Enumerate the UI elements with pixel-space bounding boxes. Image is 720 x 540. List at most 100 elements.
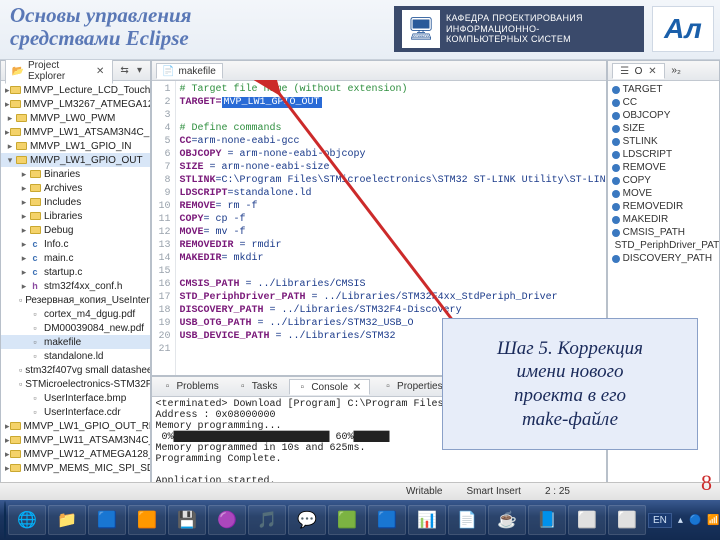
project-tree[interactable]: ▸MMVP_Lecture_LCD_Touch_ARM_T▸MMVP_LM326…: [1, 81, 150, 499]
taskbar-app[interactable]: 🟦: [88, 505, 126, 535]
tree-item[interactable]: ▸MMVP_LW12_ATMEGA128_TftDispl: [1, 447, 150, 461]
tree-item[interactable]: ▸hstm32f4xx_conf.h: [1, 279, 150, 293]
outline-item[interactable]: CMSIS_PATH: [612, 226, 715, 239]
monitor-icon: 🖥: [402, 10, 440, 48]
tab-overflow[interactable]: »₂: [671, 65, 680, 76]
tree-item[interactable]: ▫DM00039084_new.pdf: [1, 321, 150, 335]
tab-console[interactable]: ▫Console✕: [289, 379, 370, 395]
slide-title: Основы управления средствами Eclipse: [10, 4, 191, 50]
taskbar-app[interactable]: 🟣: [208, 505, 246, 535]
university-logo: Ал: [652, 6, 714, 52]
tree-item[interactable]: ▸Binaries: [1, 167, 150, 181]
outline-item[interactable]: MOVE: [612, 187, 715, 200]
tree-item[interactable]: ▫Резервная_копия_UseInterface: [1, 293, 150, 307]
tree-item[interactable]: ▸MMVP_LW1_ATSAM3N4C_LedDispl: [1, 125, 150, 139]
taskbar-app[interactable]: 📄: [448, 505, 486, 535]
tree-item[interactable]: ▫cortex_m4_dgug.pdf: [1, 307, 150, 321]
start-button[interactable]: [4, 501, 6, 539]
taskbar-app[interactable]: 📘: [528, 505, 566, 535]
tab-problems[interactable]: ▫Problems: [156, 380, 225, 394]
taskbar-app[interactable]: 🟧: [128, 505, 166, 535]
tree-item[interactable]: ▸MMVP_Lecture_LCD_Touch_ARM_T: [1, 83, 150, 97]
step-callout: Шаг 5. Коррекция имени нового проекта в …: [442, 318, 698, 450]
taskbar-app[interactable]: 🌐: [8, 505, 46, 535]
collapse-icon[interactable]: ⇆: [119, 65, 131, 77]
tree-item[interactable]: ▫UserInterface.cdr: [1, 405, 150, 419]
outline-item[interactable]: REMOVE: [612, 161, 715, 174]
taskbar-app[interactable]: 📊: [408, 505, 446, 535]
file-icon: 📄: [163, 65, 175, 77]
taskbar-app[interactable]: 💾: [168, 505, 206, 535]
slide-number: 8: [701, 470, 712, 496]
editor-tabs: 📄 makefile: [152, 61, 606, 81]
pin-icon: ✕: [95, 65, 106, 77]
tray-flag-icon[interactable]: 🔵: [689, 515, 701, 526]
line-gutter: 123456789101112131415161718192021: [152, 81, 176, 375]
outline-item[interactable]: COPY: [612, 174, 715, 187]
tab-makefile[interactable]: 📄 makefile: [156, 63, 223, 79]
tree-item[interactable]: ▸MMVP_MEMS_MIC_SPI_SD_ARM_T: [1, 461, 150, 475]
taskbar-app[interactable]: 📁: [48, 505, 86, 535]
system-tray[interactable]: EN ▴ 🔵 📶 🔊 23:38: [648, 513, 720, 528]
status-insert: Smart Insert: [467, 486, 521, 497]
menu-icon[interactable]: ▾: [134, 65, 146, 77]
outline-item[interactable]: CC: [612, 96, 715, 109]
outline-item[interactable]: REMOVEDIR: [612, 200, 715, 213]
tree-item[interactable]: ▸Libraries: [1, 209, 150, 223]
taskbar-app[interactable]: ☕: [488, 505, 526, 535]
slide-title-line1: Основы управления: [10, 3, 191, 27]
outline-item[interactable]: SIZE: [612, 122, 715, 135]
tree-item[interactable]: ▸cInfo.c: [1, 237, 150, 251]
tab-outline[interactable]: ☰ O ✕: [612, 63, 666, 79]
outline-icon: ☰: [619, 65, 631, 77]
taskbar-app[interactable]: 🟦: [368, 505, 406, 535]
tree-item[interactable]: ▸Debug: [1, 223, 150, 237]
outline-item[interactable]: DISCOVERY_PATH: [612, 252, 715, 265]
department-text: КАФЕДРА ПРОЕКТИРОВАНИЯ ИНФОРМАЦИОННО- КО…: [446, 13, 583, 44]
taskbar-apps: 🌐📁🟦🟧💾🟣🎵💬🟩🟦📊📄☕📘⬜⬜: [8, 505, 646, 535]
tree-item[interactable]: ▸Includes: [1, 195, 150, 209]
taskbar-app[interactable]: ⬜: [568, 505, 606, 535]
status-bar: Writable Smart Insert 2 : 25: [0, 482, 720, 500]
tree-item[interactable]: ▫stm32f407vg small datasheet.pd: [1, 363, 150, 377]
tree-item[interactable]: ▫standalone.ld: [1, 349, 150, 363]
outline-item[interactable]: TARGET: [612, 83, 715, 96]
explorer-icon: 📂: [12, 65, 24, 77]
slide-title-line2: средствами Eclipse: [10, 26, 189, 50]
status-writable: Writable: [406, 486, 443, 497]
outline-item[interactable]: STLINK: [612, 135, 715, 148]
status-position: 2 : 25: [545, 486, 570, 497]
taskbar-app[interactable]: ⬜: [608, 505, 646, 535]
taskbar-app[interactable]: 🟩: [328, 505, 366, 535]
outline-tabs: ☰ O ✕ »₂: [608, 61, 719, 81]
outline-item[interactable]: MAKEDIR: [612, 213, 715, 226]
tree-item[interactable]: ▸MMVP_LW11_ATSAM3N4C_TftDisp: [1, 433, 150, 447]
taskbar-app[interactable]: 💬: [288, 505, 326, 535]
tree-item[interactable]: ▸MMVP_LW1_GPIO_OUT_REGS: [1, 419, 150, 433]
tab-properties[interactable]: ▫Properties: [376, 380, 449, 394]
department-badge: 🖥 КАФЕДРА ПРОЕКТИРОВАНИЯ ИНФОРМАЦИОННО- …: [394, 6, 644, 52]
taskbar-app[interactable]: 🎵: [248, 505, 286, 535]
close-icon[interactable]: ✕: [646, 65, 658, 77]
tray-up-icon[interactable]: ▴: [678, 515, 683, 526]
callout-text: Шаг 5. Коррекция имени нового проекта в …: [497, 337, 643, 432]
outline-item[interactable]: OBJCOPY: [612, 109, 715, 122]
tree-item[interactable]: ▫UserInterface.bmp: [1, 391, 150, 405]
project-explorer-panel: 📂 Project Explorer ✕ ⇆ ▾ ▸MMVP_Lecture_L…: [0, 60, 151, 500]
outline-item[interactable]: LDSCRIPT: [612, 148, 715, 161]
language-indicator[interactable]: EN: [648, 513, 672, 528]
tree-item[interactable]: ▸MMVP_LW0_PWM: [1, 111, 150, 125]
tree-item[interactable]: ▸Archives: [1, 181, 150, 195]
windows-taskbar[interactable]: 🌐📁🟦🟧💾🟣🎵💬🟩🟦📊📄☕📘⬜⬜ EN ▴ 🔵 📶 🔊 23:38: [0, 500, 720, 540]
tree-item[interactable]: ▫makefile: [1, 335, 150, 349]
tree-item[interactable]: ▸cstartup.c: [1, 265, 150, 279]
explorer-tabs: 📂 Project Explorer ✕ ⇆ ▾: [1, 61, 150, 81]
tree-item[interactable]: ▸cmain.c: [1, 251, 150, 265]
tree-item[interactable]: ▫STMicroelectronics-STM32F405f: [1, 377, 150, 391]
tree-item[interactable]: ▸MMVP_LW1_GPIO_IN: [1, 139, 150, 153]
tree-item[interactable]: ▸MMVP_LM3267_ATMEGA128: [1, 97, 150, 111]
outline-item[interactable]: STD_PeriphDriver_PATH: [612, 239, 715, 252]
tray-net-icon[interactable]: 📶: [707, 515, 719, 526]
tree-item[interactable]: ▾MMVP_LW1_GPIO_OUT: [1, 153, 150, 167]
tab-tasks[interactable]: ▫Tasks: [231, 380, 284, 394]
